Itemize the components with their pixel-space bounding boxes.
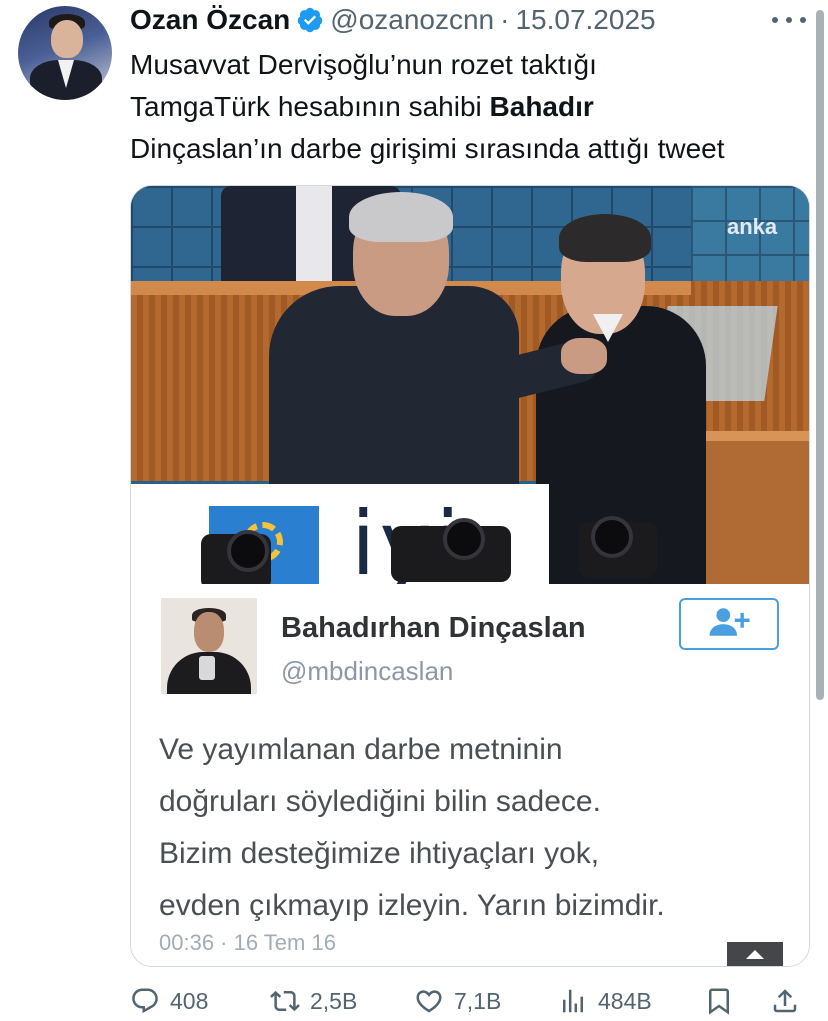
header-separator: · — [500, 4, 510, 35]
embedded-display-name: Bahadırhan Dinçaslan — [281, 612, 586, 644]
repost-button[interactable]: 2,5B — [270, 982, 357, 1020]
tweet-text-line: Musavvat Dervişoğlu’nun rozet taktığı — [130, 49, 597, 80]
views-bars-icon — [563, 989, 583, 1013]
reply-button[interactable]: 408 — [130, 982, 208, 1020]
photo-watermark: anka — [727, 214, 778, 239]
verified-badge-icon — [296, 6, 324, 34]
cameras-foreground — [191, 516, 751, 584]
tweet-actions: 408 2,5B 7,1B 484B — [130, 982, 810, 1020]
share-upload-icon — [773, 989, 797, 1013]
add-user-icon — [706, 606, 752, 643]
views-count: 484B — [598, 987, 652, 1014]
media-photo[interactable]: iyi anka — [131, 186, 809, 584]
views-button[interactable]: 484B — [558, 982, 652, 1020]
chevron-up-icon — [746, 950, 764, 959]
bookmark-icon — [709, 988, 729, 1015]
heart-icon — [416, 990, 442, 1013]
reply-bubble-icon — [132, 988, 158, 1014]
tweet-date[interactable]: 15.07.2025 — [515, 4, 655, 36]
tweet-text-line: Dinçaslan’ın darbe girişimi sırasında at… — [130, 133, 725, 164]
repost-count: 2,5B — [310, 987, 358, 1014]
reply-count: 408 — [170, 987, 209, 1014]
tweet-text: Musavvat Dervişoğlu’nun rozet taktığı Ta… — [130, 44, 820, 170]
share-button[interactable] — [770, 982, 810, 1020]
embedded-text-line: Bizim desteğimize ihtiyaçları yok, — [159, 837, 600, 870]
embedded-text-line: evden çıkmayıp izleyin. Yarın bizimdir. — [159, 889, 665, 922]
like-count: 7,1B — [454, 987, 502, 1014]
like-button[interactable]: 7,1B — [414, 982, 501, 1020]
embedded-handle: @mbdincaslan — [281, 656, 454, 686]
tweet-text-segment: TamgaTürk hesabının sahibi — [130, 91, 490, 122]
author-display-name[interactable]: Ozan Özcan — [130, 4, 290, 36]
repost-arrows-icon — [270, 990, 300, 1012]
tweet-header: Ozan Özcan @ozanozcnn · 15.07.2025 — [130, 4, 656, 36]
embedded-text-line: Ve yayımlanan darbe metninin — [159, 733, 563, 766]
scroll-top-button — [727, 942, 783, 966]
embedded-avatar — [161, 598, 257, 694]
tweet-media[interactable]: iyi anka Bahadırhan Dinçaslan @mbdincasl… — [130, 185, 810, 967]
scrollbar[interactable] — [816, 10, 824, 700]
more-dots-icon[interactable] — [772, 10, 806, 30]
follow-button — [679, 598, 779, 650]
embedded-timestamp: 00:36 · 16 Tem 16 — [159, 930, 336, 955]
tweet-text-line: TamgaTürk hesabının sahibi Bahadır — [130, 86, 820, 128]
embedded-tweet-text: Ve yayımlanan darbe metninin doğruları s… — [159, 724, 789, 932]
tweet-text-bold: Bahadır — [489, 91, 594, 122]
bookmark-button[interactable] — [704, 982, 744, 1020]
author-handle[interactable]: @ozanozcnn — [330, 4, 494, 36]
embedded-tweet-screenshot: Bahadırhan Dinçaslan @mbdincaslan Ve yay… — [131, 584, 809, 966]
embedded-text-line: doğruları söylediğini bilin sadece. — [159, 785, 601, 818]
author-avatar[interactable] — [18, 6, 112, 100]
